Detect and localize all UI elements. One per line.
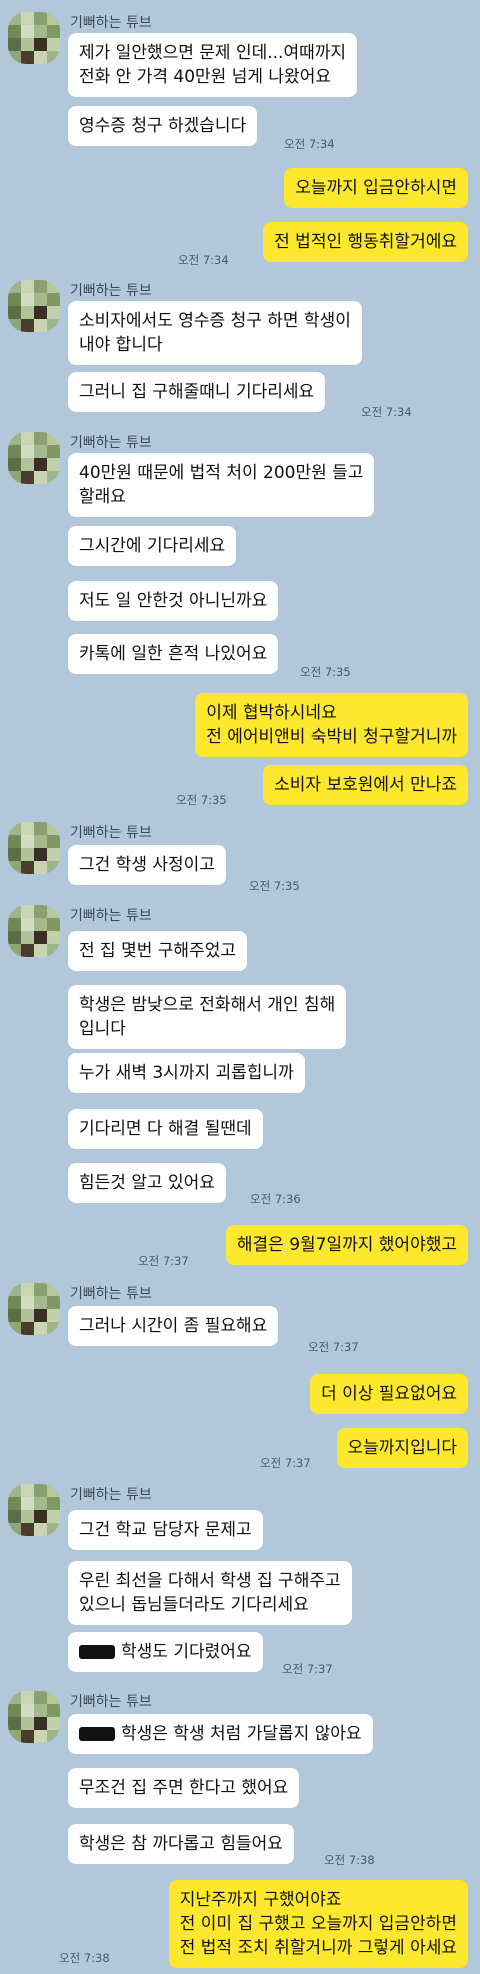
message-timestamp: 오전 7:38 — [59, 1951, 110, 1965]
message-text: 학생도 기다렸어요 — [121, 1642, 252, 1662]
message-timestamp: 오전 7:37 — [138, 1254, 189, 1268]
message-timestamp: 오전 7:35 — [176, 793, 227, 807]
message-timestamp: 오전 7:37 — [260, 1456, 311, 1470]
redacted-name — [79, 1645, 115, 1659]
profile-avatar[interactable] — [8, 1691, 60, 1743]
sent-message[interactable]: 소비자 보호원에서 만나죠 — [263, 765, 468, 805]
sender-name: 기뻐하는 튜브 — [70, 1487, 152, 1503]
message-timestamp: 오전 7:37 — [282, 1662, 333, 1676]
sent-message[interactable]: 오늘까지입니다 — [336, 1428, 468, 1468]
message-timestamp: 오전 7:34 — [178, 253, 229, 267]
received-message[interactable]: 그러니 집 구해줄때니 기다리세요 — [68, 372, 326, 412]
message-timestamp: 오전 7:34 — [361, 405, 412, 419]
received-message[interactable]: 카톡에 일한 흔적 나있어요 — [68, 634, 279, 674]
received-message[interactable]: 학생은 참 까다롭고 힘들어요 — [68, 1824, 294, 1864]
received-message[interactable]: 기다리면 다 해결 될땐데 — [68, 1109, 263, 1149]
received-message[interactable]: 무조건 집 주면 한다고 했어요 — [68, 1768, 300, 1808]
received-message[interactable]: 그러나 시간이 좀 필요해요 — [68, 1306, 279, 1346]
redacted-name — [79, 1727, 115, 1741]
profile-avatar[interactable] — [8, 280, 60, 332]
sent-message[interactable]: 이제 협박하시네요 전 에어비앤비 숙박비 청구할거니까 — [195, 693, 468, 757]
received-message[interactable]: 저도 일 안한것 아니닌까요 — [68, 581, 279, 621]
message-timestamp: 오전 7:34 — [284, 137, 335, 151]
sent-message[interactable]: 해결은 9월7일까지 했어야했고 — [225, 1225, 468, 1265]
message-timestamp: 오전 7:37 — [308, 1340, 359, 1354]
sender-name: 기뻐하는 튜브 — [70, 15, 152, 31]
sender-name: 기뻐하는 튜브 — [70, 283, 152, 299]
sender-name: 기뻐하는 튜브 — [70, 435, 152, 451]
message-timestamp: 오전 7:35 — [249, 879, 300, 893]
sender-name: 기뻐하는 튜브 — [70, 1286, 152, 1302]
sent-message[interactable]: 오늘까지 입금안하시면 — [284, 168, 468, 208]
received-message[interactable]: 제가 일안했으면 문제 인데...여때까지 전화 안 가격 40만원 넘게 나왔… — [68, 33, 358, 97]
profile-avatar[interactable] — [8, 822, 60, 874]
chat-screen: { "chat": { "sender_name": "기뻐하는 튜브", "m… — [0, 0, 480, 1974]
received-message[interactable]: 힘든것 알고 있어요 — [68, 1163, 226, 1203]
profile-avatar[interactable] — [8, 12, 60, 64]
profile-avatar[interactable] — [8, 432, 60, 484]
received-message[interactable]: 학생은 학생 처럼 가달롭지 않아요 — [68, 1714, 373, 1754]
received-message[interactable]: 그건 학교 담당자 문제고 — [68, 1510, 263, 1550]
received-message[interactable]: 학생도 기다렸어요 — [68, 1632, 263, 1672]
sent-message[interactable]: 더 이상 필요없어요 — [310, 1374, 468, 1414]
received-message[interactable]: 학생은 밤낮으로 전화해서 개인 침해 입니다 — [68, 985, 347, 1049]
sender-name: 기뻐하는 튜브 — [70, 825, 152, 841]
received-message[interactable]: 전 집 몇번 구해주었고 — [68, 931, 247, 971]
sent-message[interactable]: 지난주까지 구했어야죠 전 이미 집 구했고 오늘까지 입금안하면 전 법적 조… — [168, 1880, 468, 1968]
profile-avatar[interactable] — [8, 1283, 60, 1335]
sender-name: 기뻐하는 튜브 — [70, 908, 152, 924]
message-timestamp: 오전 7:36 — [250, 1192, 301, 1206]
sender-name: 기뻐하는 튜브 — [70, 1694, 152, 1710]
received-message[interactable]: 그시간에 기다리세요 — [68, 526, 237, 566]
sent-message[interactable]: 전 법적인 행동취할거에요 — [263, 222, 468, 262]
received-message[interactable]: 누가 새벽 3시까지 괴롭힙니까 — [68, 1053, 305, 1093]
profile-avatar[interactable] — [8, 1484, 60, 1536]
message-text: 학생은 학생 처럼 가달롭지 않아요 — [121, 1724, 362, 1744]
received-message[interactable]: 40만원 때문에 법적 처이 200만원 들고 할래요 — [68, 453, 375, 517]
received-message[interactable]: 우린 최선을 다해서 학생 집 구해주고 있으니 돕님들더라도 기다리세요 — [68, 1561, 352, 1625]
received-message[interactable]: 영수증 청구 하겠습니다 — [68, 106, 258, 146]
message-timestamp: 오전 7:38 — [324, 1853, 375, 1867]
profile-avatar[interactable] — [8, 905, 60, 957]
message-timestamp: 오전 7:35 — [300, 665, 351, 679]
received-message[interactable]: 소비자에서도 영수증 청구 하면 학생이 내야 합니다 — [68, 301, 362, 365]
received-message[interactable]: 그건 학생 사정이고 — [68, 845, 226, 885]
